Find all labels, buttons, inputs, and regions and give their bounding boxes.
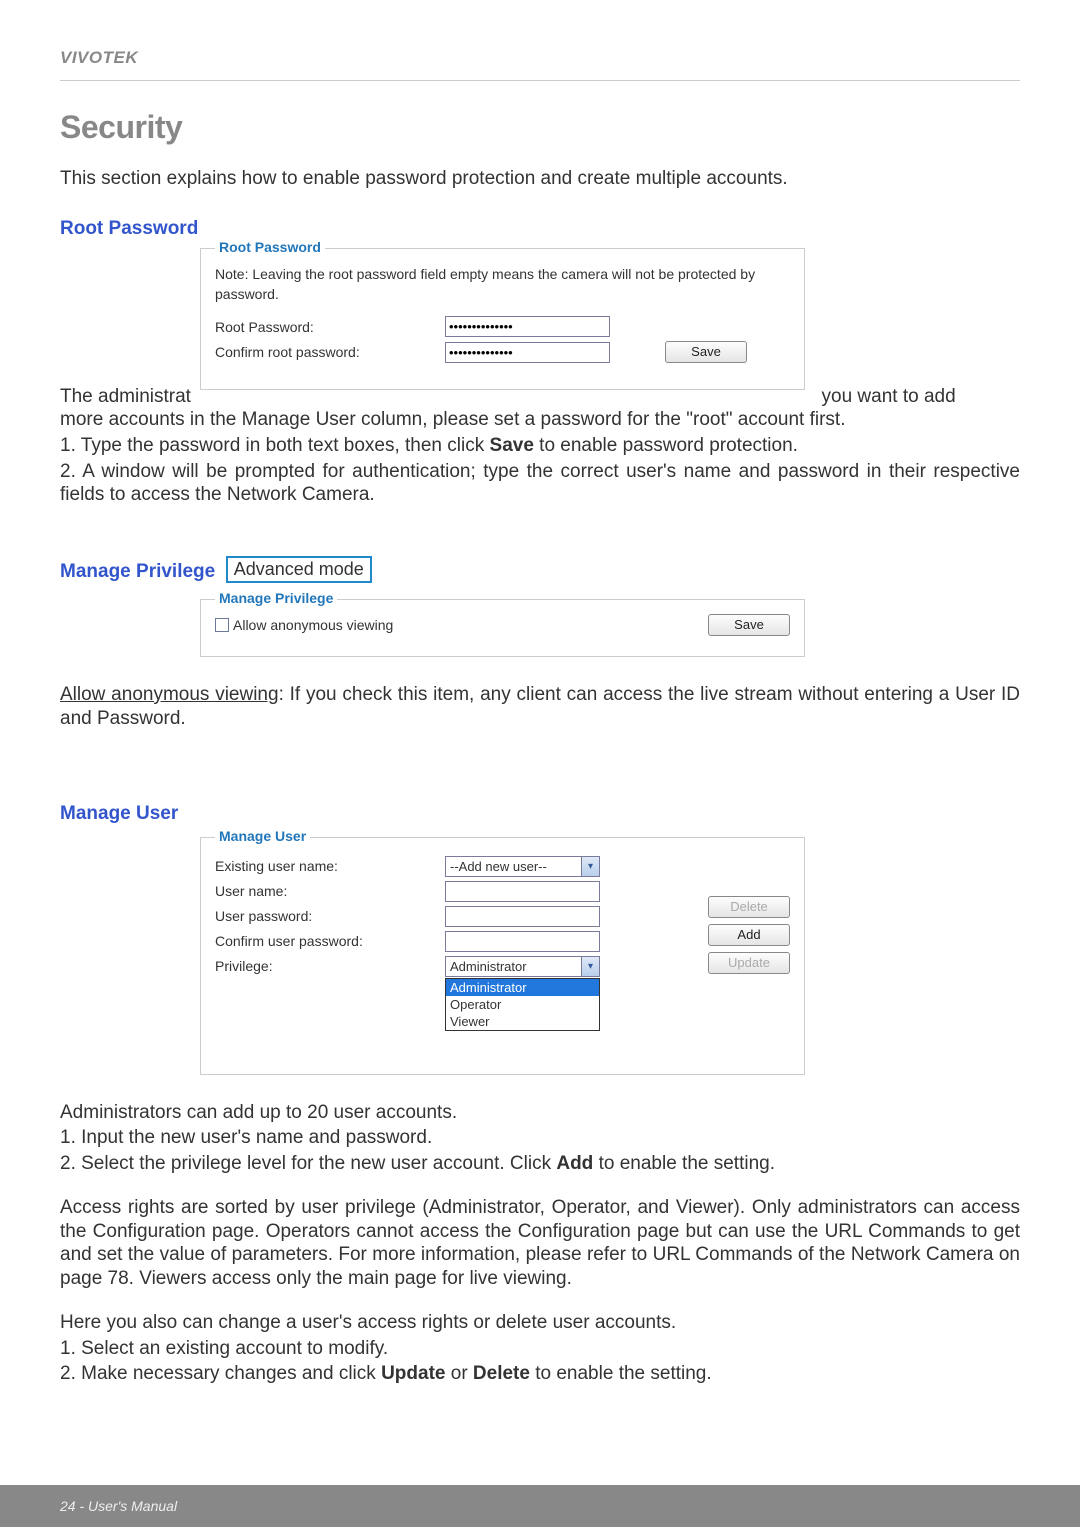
userpw-input[interactable]	[445, 906, 600, 927]
privilege-label: Privilege:	[215, 958, 445, 974]
dropdown-value: --Add new user--	[446, 859, 581, 874]
confirm-userpw-label: Confirm user password:	[215, 933, 445, 949]
footer: 24 - User's Manual	[0, 1485, 1080, 1527]
section-manage-user: Manage User	[60, 803, 178, 825]
username-input[interactable]	[445, 881, 600, 902]
text-fragment: to enable password protection.	[534, 435, 798, 456]
update-button[interactable]: Update	[708, 952, 790, 974]
save-button-root[interactable]: Save	[665, 341, 747, 363]
privilege-dropdown-list: Administrator Operator Viewer	[445, 978, 600, 1031]
page-title: Security	[60, 109, 1020, 146]
body-text: 1. Input the new user's name and passwor…	[60, 1126, 1020, 1150]
body-text: 1. Type the password in both text boxes,…	[60, 434, 1020, 458]
text-bold: Update	[381, 1363, 445, 1384]
text-fragment: to enable the setting.	[593, 1153, 775, 1174]
body-text: Administrators can add up to 20 user acc…	[60, 1101, 1020, 1125]
body-text: 2. A window will be prompted for authent…	[60, 460, 1020, 508]
privilege-dropdown[interactable]: Administrator ▾ Administrator Operator V…	[445, 956, 600, 977]
dropdown-option[interactable]: Administrator	[446, 979, 599, 996]
body-text: 2. Make necessary changes and click Upda…	[60, 1362, 1020, 1386]
dropdown-option[interactable]: Viewer	[446, 1013, 599, 1030]
manage-privilege-panel: Manage Privilege Allow anonymous viewing…	[200, 599, 805, 657]
text-fragment: 1. Type the password in both text boxes,…	[60, 435, 490, 456]
body-text: Access rights are sorted by user privile…	[60, 1196, 1020, 1291]
root-pw-input[interactable]	[445, 316, 610, 337]
existing-user-label: Existing user name:	[215, 858, 445, 874]
dropdown-option[interactable]: Operator	[446, 996, 599, 1013]
anon-view-checkbox[interactable]	[215, 618, 229, 632]
chevron-down-icon: ▾	[581, 957, 599, 976]
text-underline: Allow anonymous viewing	[60, 684, 279, 705]
section-root-password: Root Password	[60, 218, 198, 240]
text-fragment: or	[445, 1363, 472, 1384]
header-divider	[60, 80, 1020, 81]
body-text: Here you also can change a user's access…	[60, 1311, 1020, 1335]
footer-text: 24 - User's Manual	[60, 1498, 177, 1514]
panel-legend-priv: Manage Privilege	[215, 590, 337, 606]
text-bold: Add	[556, 1153, 593, 1174]
body-text: Allow anonymous viewing: If you check th…	[60, 683, 1020, 731]
anon-view-label: Allow anonymous viewing	[233, 617, 393, 633]
chevron-down-icon: ▾	[581, 857, 599, 876]
confirm-pw-label: Confirm root password:	[215, 344, 445, 360]
brand: VIVOTEK	[60, 48, 1020, 68]
text-bold: Delete	[473, 1363, 530, 1384]
userpw-label: User password:	[215, 908, 445, 924]
body-text: 2. Select the privilege level for the ne…	[60, 1152, 1020, 1176]
manage-user-panel: Manage User Existing user name: --Add ne…	[200, 837, 805, 1075]
add-button[interactable]: Add	[708, 924, 790, 946]
section-manage-privilege: Manage Privilege	[60, 561, 215, 583]
existing-user-dropdown[interactable]: --Add new user-- ▾	[445, 856, 600, 877]
save-button-priv[interactable]: Save	[708, 614, 790, 636]
root-pw-label: Root Password:	[215, 319, 445, 335]
confirm-pw-input[interactable]	[445, 342, 610, 363]
panel-legend-root: Root Password	[215, 239, 325, 255]
confirm-userpw-input[interactable]	[445, 931, 600, 952]
text-fragment: to enable the setting.	[530, 1363, 712, 1384]
text-fragment: 2. Make necessary changes and click	[60, 1363, 381, 1384]
root-password-panel: Root Password Note: Leaving the root pas…	[200, 248, 805, 390]
page-intro: This section explains how to enable pass…	[60, 168, 1020, 190]
text-bold: Save	[490, 435, 534, 456]
body-text: 1. Select an existing account to modify.	[60, 1337, 1020, 1361]
body-text: more accounts in the Manage User column,…	[60, 408, 1020, 432]
dropdown-value: Administrator	[446, 959, 581, 974]
delete-button[interactable]: Delete	[708, 896, 790, 918]
advanced-mode-badge: Advanced mode	[226, 556, 372, 583]
text-fragment: 2. Select the privilege level for the ne…	[60, 1153, 556, 1174]
username-label: User name:	[215, 883, 445, 899]
root-note: Note: Leaving the root password field em…	[215, 265, 790, 304]
